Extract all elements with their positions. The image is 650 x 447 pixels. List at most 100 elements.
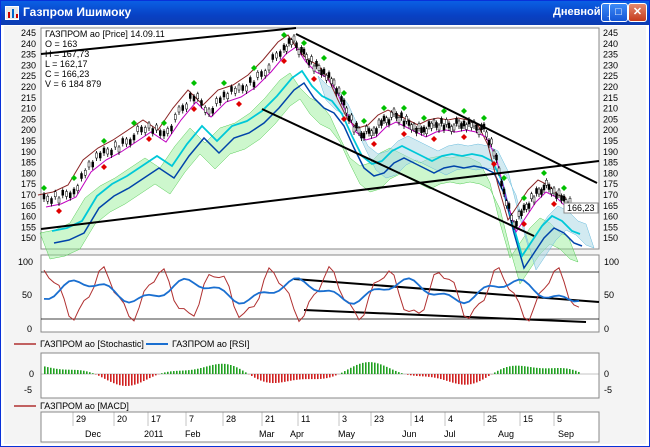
macd-histogram-bar [278, 374, 280, 383]
macd-histogram-bar [494, 372, 496, 374]
macd-histogram-bar [539, 368, 541, 374]
osc-tick-left-0: 0 [27, 324, 32, 334]
candle-body [102, 147, 106, 154]
macd-histogram-bar [122, 374, 124, 386]
info-volume: V = 6 184 879 [45, 79, 101, 89]
macd-histogram-bar [527, 366, 529, 374]
macd-histogram-bar [341, 372, 343, 374]
price-tick-right: 210 [603, 104, 618, 114]
candle-body [54, 191, 57, 197]
macd-histogram-bar [98, 374, 100, 376]
candle-body [495, 154, 498, 161]
time-label-month: Sep [558, 429, 574, 439]
close-button[interactable]: ✕ [628, 3, 647, 22]
macd-histogram-bar [518, 365, 520, 374]
price-tick-left: 215 [21, 93, 36, 103]
candle-body [185, 103, 188, 110]
price-tick-right: 225 [603, 71, 618, 81]
macd-histogram-bar [413, 374, 415, 376]
candle-body [305, 54, 308, 60]
macd-histogram-bar [308, 374, 310, 380]
candle-body [91, 161, 94, 168]
macd-histogram-bar [350, 367, 352, 374]
candle-body [162, 130, 166, 137]
macd-histogram-bar [113, 374, 115, 384]
macd-histogram-bar [509, 366, 511, 374]
macd-histogram-bar [554, 368, 556, 374]
macd-histogram-bar [362, 362, 364, 374]
last-price-label: 166,23 [567, 203, 595, 213]
chart-area[interactable]: 245 240 235 230 225 220 215 210 205 200 195 190 185 1… [4, 26, 646, 444]
macd-histogram-bar [236, 367, 238, 374]
title-bar[interactable]: Газпром Ишимоку Дневной _ □ ✕ [1, 1, 649, 25]
time-label-day: 15 [523, 414, 533, 424]
candle-body [271, 54, 274, 60]
macd-histogram-bar [77, 370, 79, 374]
candle-body [445, 119, 448, 125]
candle-body [507, 203, 511, 209]
macd-histogram-bar [419, 374, 421, 377]
price-tick-right: 240 [603, 39, 618, 49]
macd-histogram-bar [398, 372, 400, 374]
macd-histogram-bar [80, 370, 82, 374]
macd-histogram-bar [314, 374, 316, 380]
time-label-day: 4 [448, 414, 453, 424]
candle-body [204, 107, 207, 113]
candle-body [132, 134, 136, 141]
price-tick-right: 160 [603, 212, 618, 222]
price-tick-right: 220 [603, 82, 618, 92]
candle-body [407, 120, 411, 126]
macd-histogram-bar [161, 373, 163, 374]
price-tick-left: 185 [21, 158, 36, 168]
candle-body [302, 48, 306, 55]
price-tick-left: 175 [21, 179, 36, 189]
candle-body [322, 68, 326, 75]
macd-histogram-bar [272, 374, 274, 384]
macd-histogram-bar [257, 374, 259, 380]
candle-body [377, 119, 381, 126]
macd-histogram-bar [155, 374, 157, 376]
price-tick-right: 215 [603, 93, 618, 103]
candle-body [340, 96, 343, 102]
candle-body [219, 97, 222, 103]
time-label-month: Mar [259, 429, 275, 439]
candle-body [234, 88, 237, 94]
macd-histogram-bar [401, 373, 403, 374]
macd-histogram-bar [380, 364, 382, 374]
macd-histogram-bar [266, 374, 268, 383]
osc-tick-left-100: 100 [18, 257, 33, 267]
macd-histogram-bar [431, 374, 433, 378]
timeframe-label[interactable]: Дневной [553, 6, 601, 18]
candle-body [282, 44, 286, 51]
macd-histogram-bar [557, 368, 559, 374]
macd-histogram-bar [317, 374, 319, 380]
candle-body [537, 188, 541, 195]
macd-histogram-bar [506, 367, 508, 374]
price-panel[interactable] [40, 27, 600, 250]
candle-body [129, 139, 132, 145]
candle-body [552, 187, 556, 194]
macd-histogram-bar [242, 370, 244, 374]
macd-histogram-bar [446, 374, 448, 381]
osc-tick-right-0: 0 [604, 324, 609, 334]
macd-histogram-bar [389, 368, 391, 374]
macd-histogram-bar [56, 368, 58, 374]
candle-body [442, 124, 446, 131]
macd-histogram-bar [296, 374, 298, 380]
candle-body [189, 93, 192, 99]
candle-body [395, 113, 398, 119]
candle-body [422, 126, 426, 133]
macd-histogram-bar [50, 367, 52, 374]
chart-canvas[interactable]: 2452402352302252202152102052001951901851… [4, 26, 646, 444]
macd-histogram-bar [377, 363, 379, 374]
candle-body [560, 195, 563, 201]
candle-body [545, 180, 548, 186]
osc-tick-right-100: 100 [604, 257, 619, 267]
maximize-button[interactable]: □ [609, 3, 628, 22]
price-tick-left: 180 [21, 168, 36, 178]
price-tick-left: 165 [21, 201, 36, 211]
candle-body [196, 93, 199, 99]
candle-body [285, 46, 288, 52]
macd-histogram-bar [533, 367, 535, 374]
macd-histogram-bar [464, 374, 466, 385]
